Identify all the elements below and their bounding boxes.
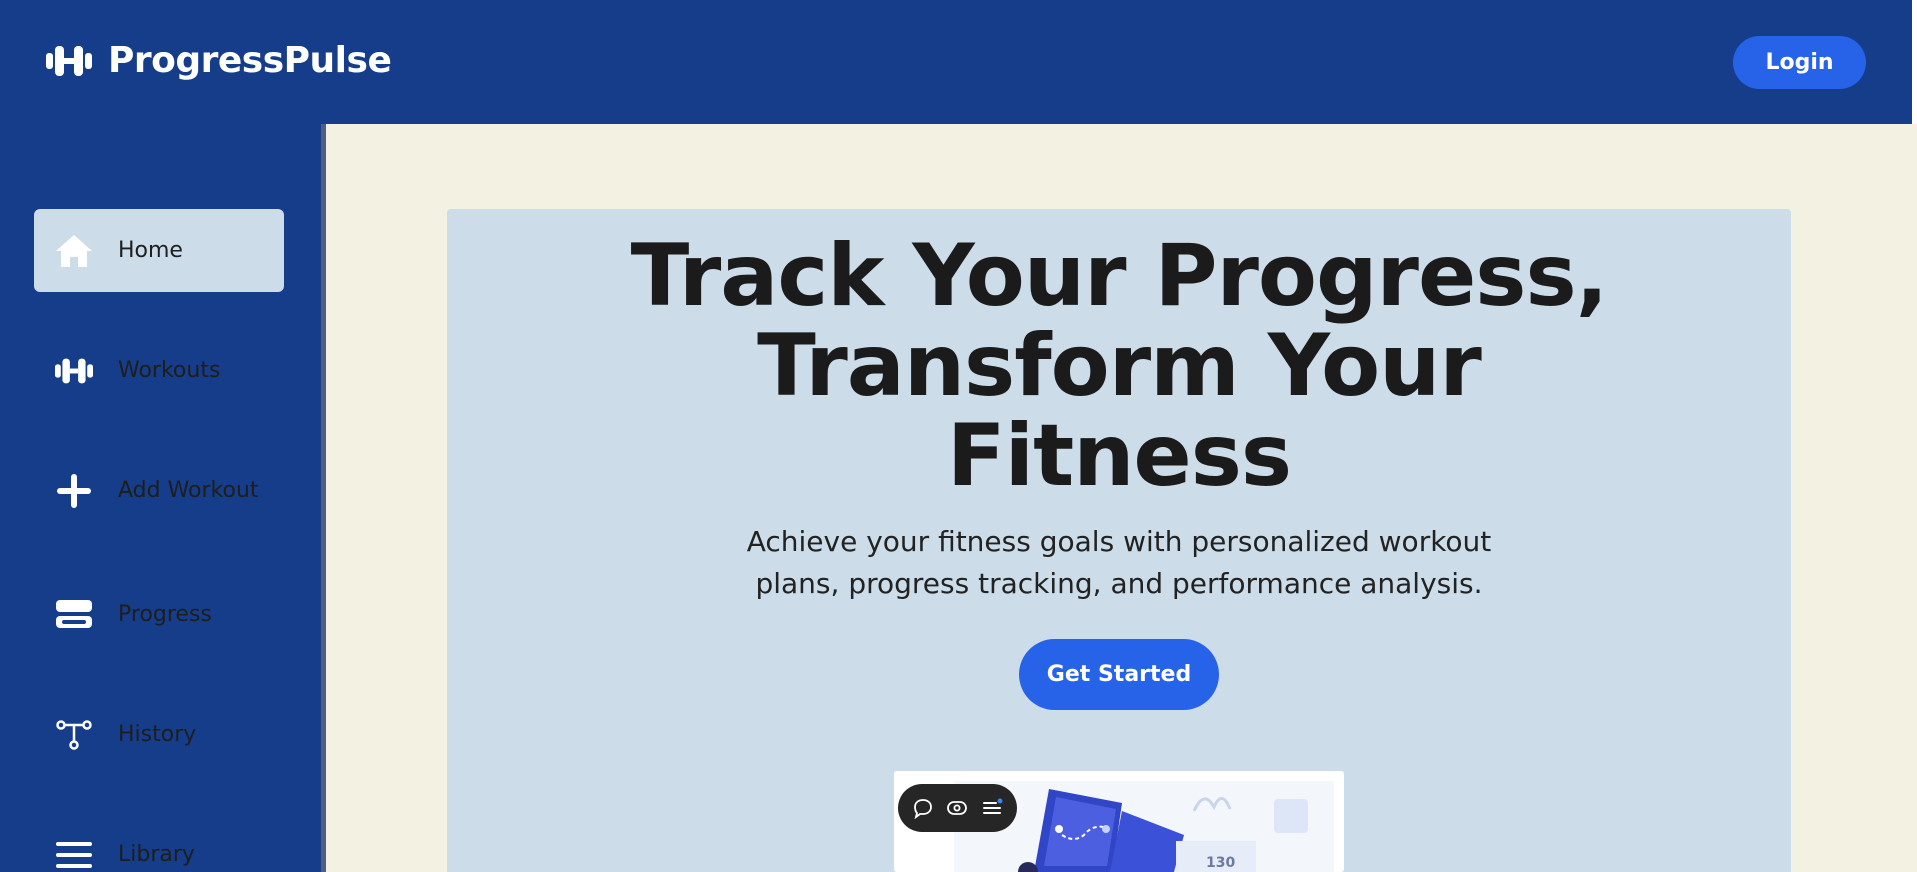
comment-icon[interactable] <box>910 795 936 821</box>
sidebar-item-label: Add Workout <box>118 478 259 503</box>
sidebar-item-label: Workouts <box>118 358 221 383</box>
sidebar-item-home[interactable]: Home <box>34 209 284 292</box>
hero-title: Track Your Progress, Transform Your Fitn… <box>447 231 1791 501</box>
sidebar-item-label: Home <box>118 238 183 263</box>
floating-toolbar <box>898 784 1017 832</box>
branch-icon <box>54 715 94 755</box>
menu-icon <box>54 835 94 872</box>
hero-title-line: Fitness <box>946 406 1292 506</box>
sidebar-item-history[interactable]: History <box>34 693 284 776</box>
illustration-value: 130 <box>1206 855 1235 871</box>
login-button[interactable]: Login <box>1733 36 1866 89</box>
brand[interactable]: ProgressPulse <box>46 40 392 81</box>
eye-icon[interactable] <box>944 795 970 821</box>
sidebar: Home Workouts Add Workout Progress Histo… <box>0 124 321 872</box>
top-bar: ProgressPulse Login <box>0 0 1917 124</box>
get-started-button[interactable]: Get Started <box>1019 639 1219 710</box>
dumbbell-icon <box>46 45 92 76</box>
list-icon[interactable] <box>979 795 1005 821</box>
sidebar-item-progress[interactable]: Progress <box>34 573 284 656</box>
dumbbell-icon <box>54 351 94 391</box>
hero-title-line: Transform Your <box>757 316 1482 416</box>
plus-icon <box>54 471 94 511</box>
home-icon <box>54 231 94 271</box>
sidebar-item-library[interactable]: Library <box>34 813 284 872</box>
window-edge <box>1912 0 1917 124</box>
hero-title-line: Track Your Progress, <box>630 226 1609 326</box>
sidebar-item-label: History <box>118 722 197 747</box>
hero-subtitle-line: Achieve your fitness goals with personal… <box>746 525 1492 558</box>
sidebar-item-workouts[interactable]: Workouts <box>34 329 284 412</box>
hero-subtitle-line: plans, progress tracking, and performanc… <box>755 567 1483 600</box>
sidebar-item-label: Library <box>118 842 195 867</box>
sidebar-item-label: Progress <box>118 602 212 627</box>
sidebar-divider <box>321 124 326 872</box>
app-name: ProgressPulse <box>108 40 392 81</box>
server-icon <box>54 595 94 635</box>
sidebar-item-add-workout[interactable]: Add Workout <box>34 449 284 532</box>
hero-subtitle: Achieve your fitness goals with personal… <box>447 521 1791 605</box>
hero-section: Track Your Progress, Transform Your Fitn… <box>447 209 1791 872</box>
